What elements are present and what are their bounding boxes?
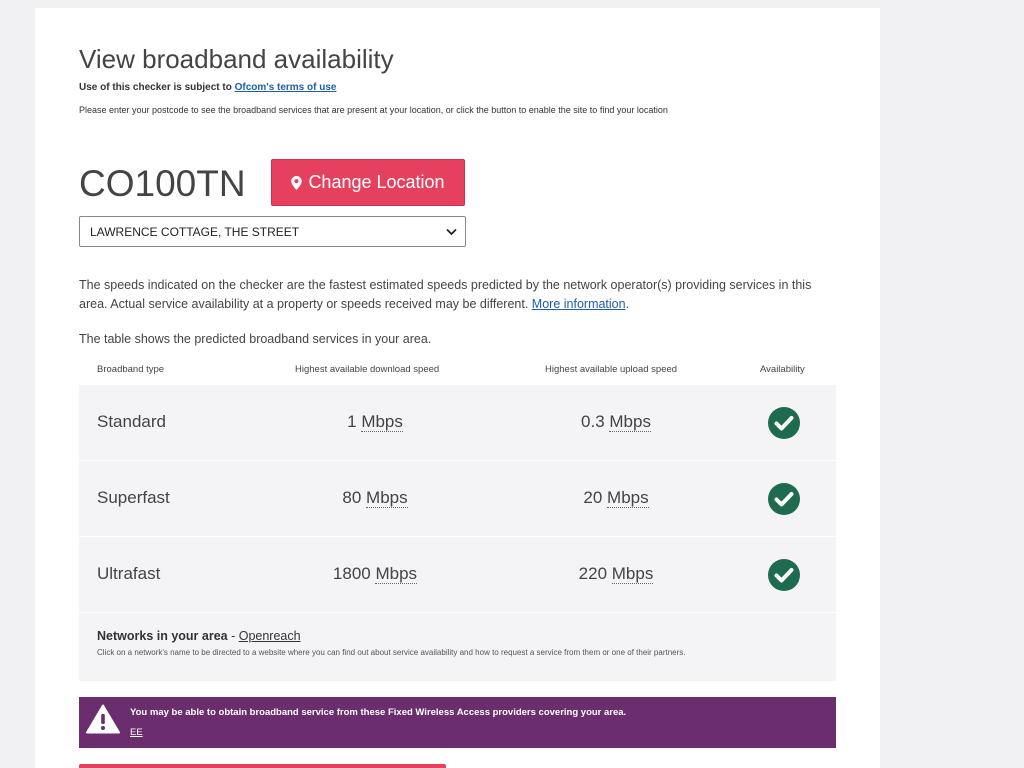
check-circle-icon: [768, 483, 800, 515]
networks-line: Networks in your area - Openreach: [97, 629, 818, 643]
speed-disclaimer: The speeds indicated on the checker are …: [79, 276, 839, 314]
broadband-type: Superfast: [97, 488, 170, 507]
speed-unit: Mbps: [361, 412, 403, 432]
networks-separator: -: [227, 629, 239, 643]
upload-speed: 220 Mbps: [546, 564, 686, 584]
header-upload-speed: Highest available upload speed: [545, 364, 678, 375]
upload-value: 20: [583, 488, 603, 507]
check-circle-icon: [768, 407, 800, 439]
upload-value: 220: [578, 564, 608, 583]
broadband-type: Standard: [97, 412, 166, 431]
download-speed: 1 Mbps: [305, 412, 445, 432]
header-broadband-type: Broadband type: [97, 364, 165, 375]
broadband-type: Ultrafast: [97, 564, 161, 583]
table-body: Standard 1 Mbps 0.3 Mbps Superfast 80 Mb…: [79, 385, 836, 681]
networks-panel: Networks in your area - Openreach Click …: [79, 613, 836, 681]
check-circle-icon: [768, 559, 800, 591]
postcode-display: CO100TN: [79, 163, 246, 204]
table-header: Broadband type Highest available downloa…: [79, 364, 836, 384]
content-card: View broadband availability Use of this …: [35, 8, 880, 768]
upload-value: 0.3: [581, 412, 605, 431]
terms-notice: Use of this checker is subject to Ofcom'…: [79, 82, 336, 93]
download-value: 1800: [332, 564, 371, 583]
change-location-label: Change Location: [308, 172, 445, 192]
change-location-button[interactable]: Change Location: [271, 159, 465, 206]
upload-speed: 20 Mbps: [546, 488, 686, 508]
intro-text: Please enter your postcode to see the br…: [79, 105, 668, 115]
speed-unit: Mbps: [611, 564, 654, 584]
page-title: View broadband availability: [79, 44, 394, 74]
speed-unit: Mbps: [609, 412, 651, 432]
disclaimer-end: .: [625, 297, 630, 311]
speed-unit: Mbps: [366, 488, 408, 508]
download-speed: 1800 Mbps: [305, 564, 445, 584]
download-value: 1: [347, 412, 357, 431]
chevron-down-icon: [446, 228, 457, 235]
table-intro: The table shows the predicted broadband …: [79, 332, 432, 346]
disclaimer-text: The speeds indicated on the checker are …: [79, 278, 812, 311]
table-row: Ultrafast 1800 Mbps 220 Mbps: [79, 537, 836, 613]
speed-unit: Mbps: [607, 488, 649, 508]
terms-link[interactable]: Ofcom's terms of use: [235, 82, 337, 93]
terms-prefix: Use of this checker is subject to: [79, 82, 235, 93]
networks-note: Click on a network's name to be directed…: [97, 648, 686, 657]
address-selected-value: LAWRENCE COTTAGE, THE STREET: [90, 224, 300, 239]
network-link-openreach[interactable]: Openreach: [239, 629, 301, 643]
bottom-action-button[interactable]: [79, 764, 446, 768]
upload-speed: 0.3 Mbps: [546, 412, 686, 432]
header-availability: Availability: [760, 364, 805, 375]
fwa-message: You may be able to obtain broadband serv…: [130, 707, 627, 718]
fwa-banner: You may be able to obtain broadband serv…: [79, 697, 836, 748]
networks-label: Networks in your area: [97, 629, 228, 643]
table-row: Standard 1 Mbps 0.3 Mbps: [79, 385, 836, 461]
download-speed: 80 Mbps: [305, 488, 445, 508]
address-select[interactable]: LAWRENCE COTTAGE, THE STREET: [79, 216, 466, 247]
header-download-speed: Highest available download speed: [295, 364, 440, 375]
fwa-provider-link[interactable]: EE: [130, 727, 143, 738]
map-marker-icon: [291, 175, 303, 190]
warning-triangle-icon: [86, 704, 120, 734]
download-value: 80: [342, 488, 362, 507]
table-row: Superfast 80 Mbps 20 Mbps: [79, 461, 836, 537]
more-information-link[interactable]: More information: [532, 297, 626, 311]
speed-unit: Mbps: [375, 564, 418, 584]
